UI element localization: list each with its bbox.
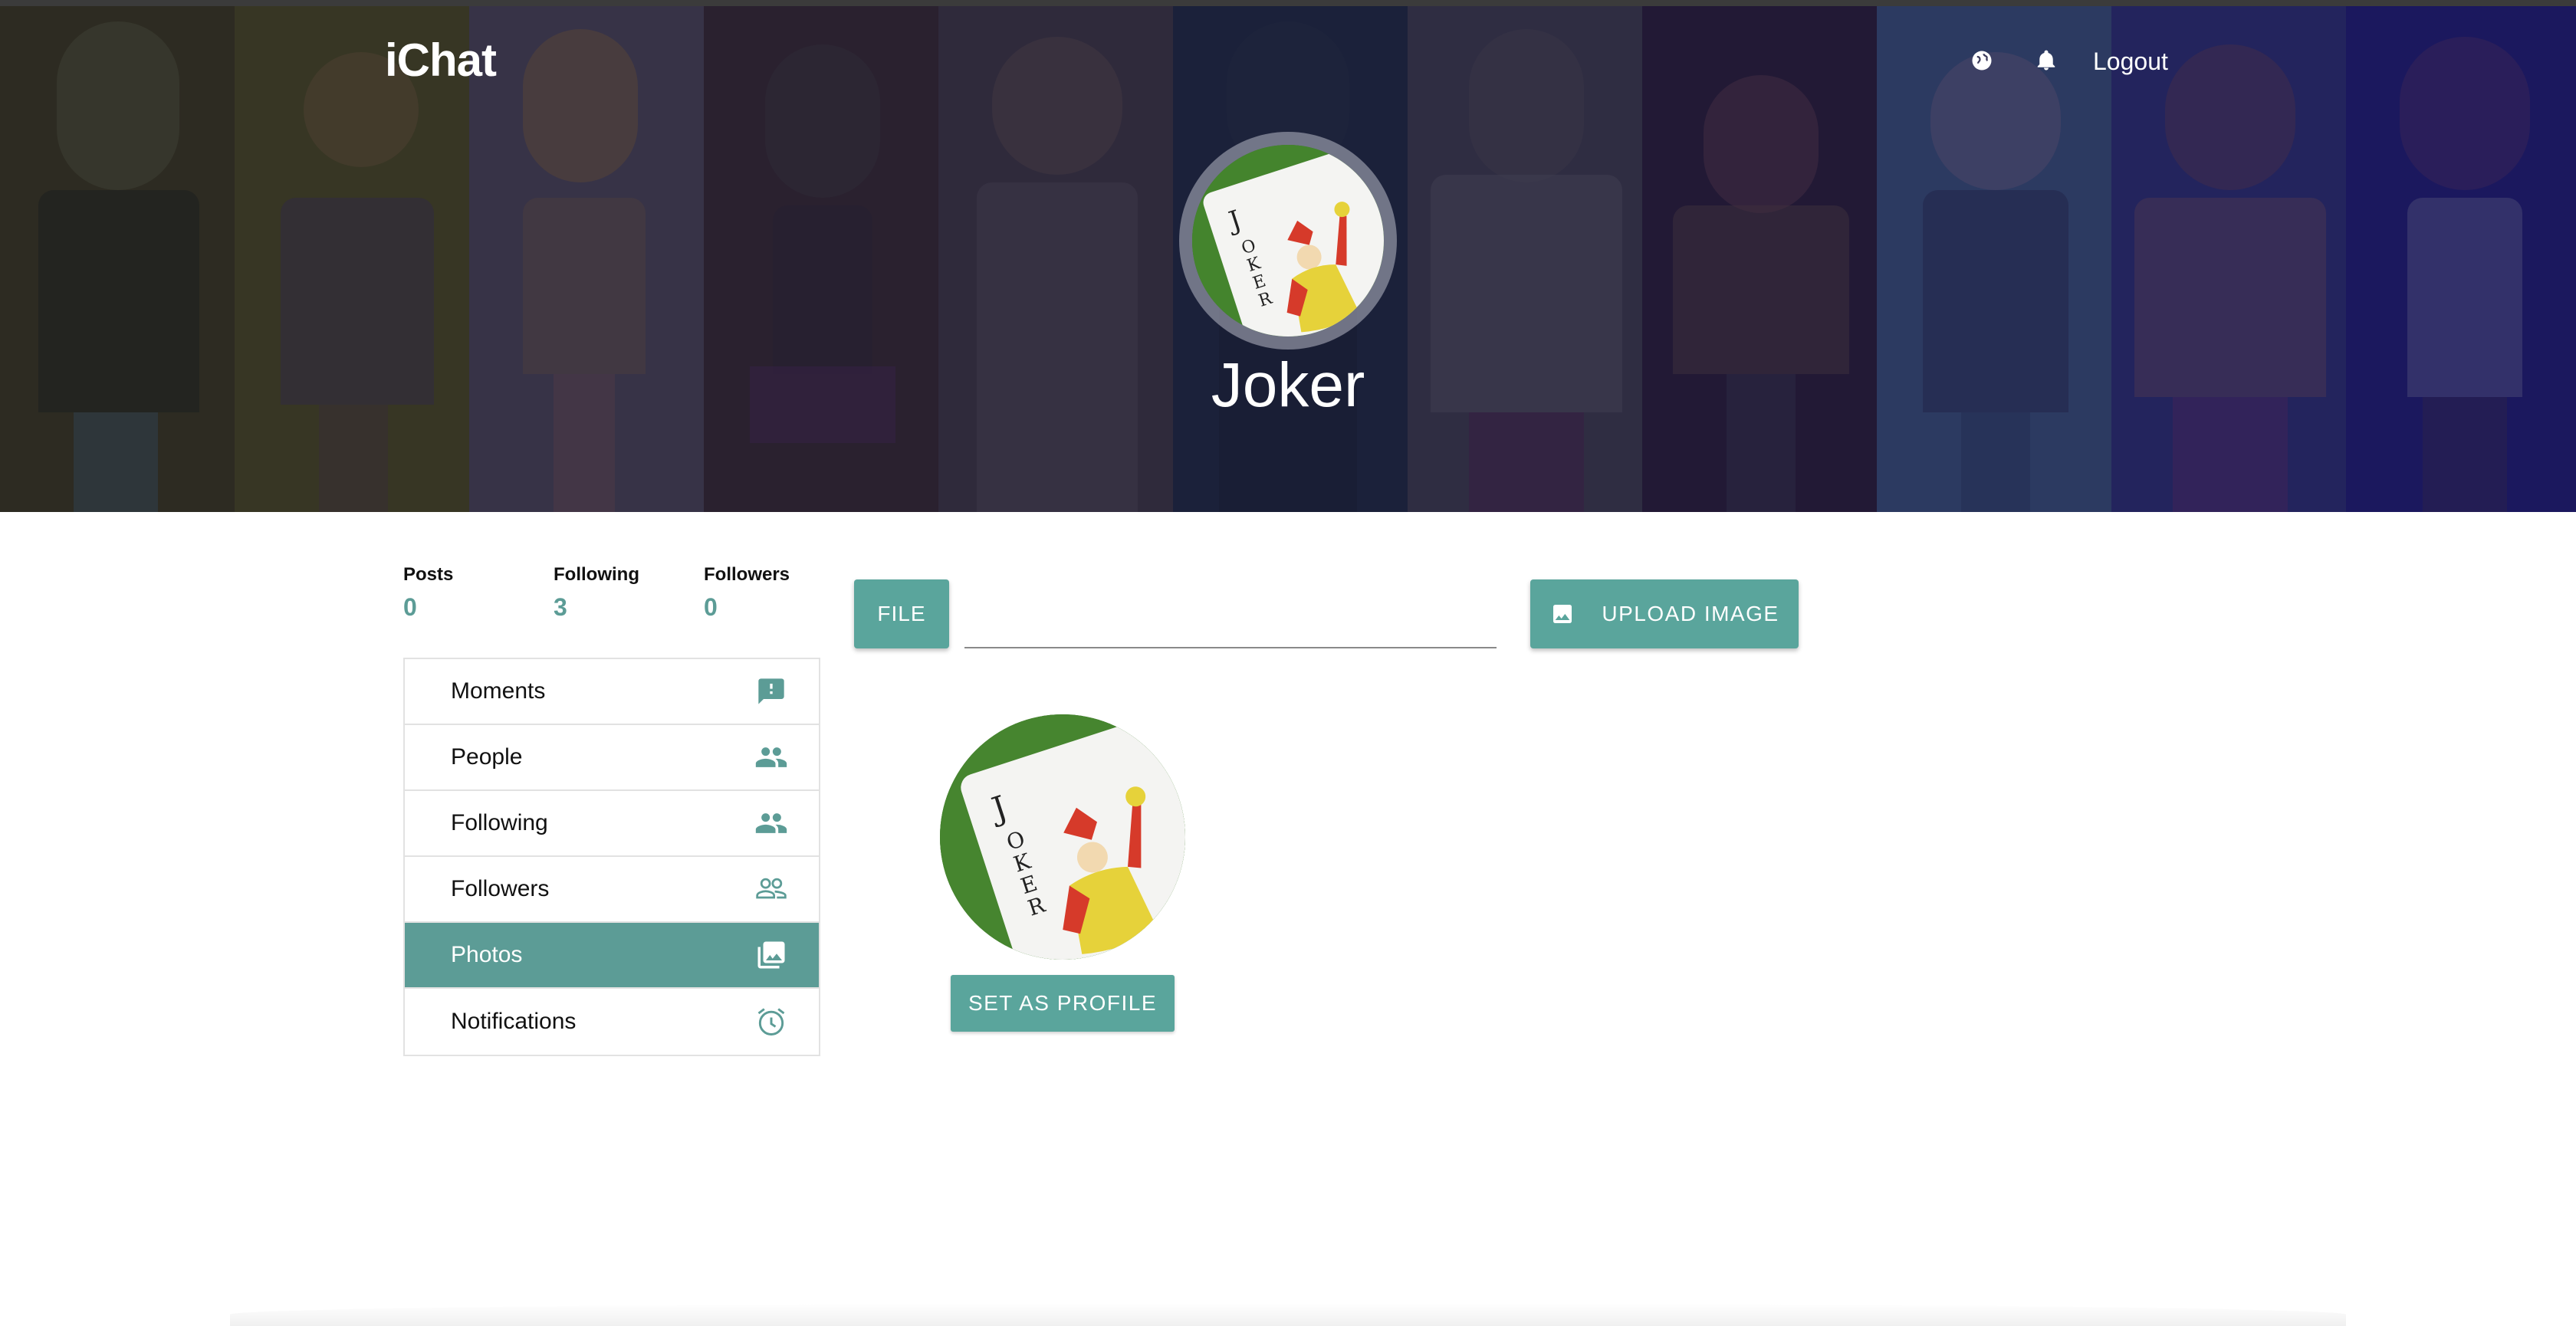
menu-item-label: Photos [451, 942, 523, 967]
app-brand[interactable]: iChat [385, 34, 497, 87]
stat-label: Following [554, 564, 639, 585]
people-icon [754, 740, 788, 774]
set-as-profile-button[interactable]: SET AS PROFILE [951, 975, 1175, 1032]
profile-name: Joker [1211, 350, 1365, 420]
bell-icon[interactable] [2035, 49, 2058, 72]
logout-link[interactable]: Logout [2093, 48, 2168, 76]
stat-value: 0 [403, 593, 417, 621]
stat-value: 3 [554, 593, 567, 621]
profile-avatar[interactable]: J O K E R [1179, 132, 1397, 350]
people-outline-icon [754, 872, 788, 906]
cover-banner: iChat Logout J O K E R Joker [0, 0, 2576, 512]
menu-item-people[interactable]: People [405, 725, 819, 791]
feedback-icon [754, 674, 788, 708]
image-icon [1549, 601, 1576, 627]
alarm-icon [754, 1005, 788, 1039]
stat-following[interactable]: Following 3 [554, 564, 704, 622]
menu-item-photos[interactable]: Photos [405, 923, 819, 989]
footer-shadow [230, 1303, 2346, 1326]
menu-item-label: Followers [451, 876, 550, 901]
photo-library-icon [754, 938, 788, 972]
stat-label: Followers [704, 564, 790, 585]
file-button[interactable]: FILE [854, 579, 949, 648]
avatar-image: J O K E R [1192, 145, 1384, 336]
stat-posts[interactable]: Posts 0 [403, 564, 554, 622]
stat-followers[interactable]: Followers 0 [704, 564, 854, 622]
menu-item-notifications[interactable]: Notifications [405, 989, 819, 1055]
menu-item-label: People [451, 744, 523, 770]
upload-image-button[interactable]: UPLOAD IMAGE [1530, 579, 1799, 648]
stat-label: Posts [403, 564, 454, 585]
menu-item-following[interactable]: Following [405, 791, 819, 857]
menu-item-moments[interactable]: Moments [405, 659, 819, 725]
photo-thumbnail[interactable]: J O K E R [940, 714, 1185, 960]
people-icon [754, 806, 788, 840]
profile-menu: Moments People Following Followers Photo… [403, 658, 820, 1056]
profile-stats: Posts 0 Following 3 Followers 0 [403, 564, 854, 622]
file-path-input[interactable] [964, 579, 1497, 648]
menu-item-label: Following [451, 810, 548, 835]
menu-item-label: Notifications [451, 1009, 577, 1034]
stat-value: 0 [704, 593, 718, 621]
menu-item-label: Moments [451, 678, 546, 704]
globe-icon[interactable] [1970, 49, 1993, 72]
upload-image-label: UPLOAD IMAGE [1602, 602, 1779, 625]
menu-item-followers[interactable]: Followers [405, 857, 819, 923]
